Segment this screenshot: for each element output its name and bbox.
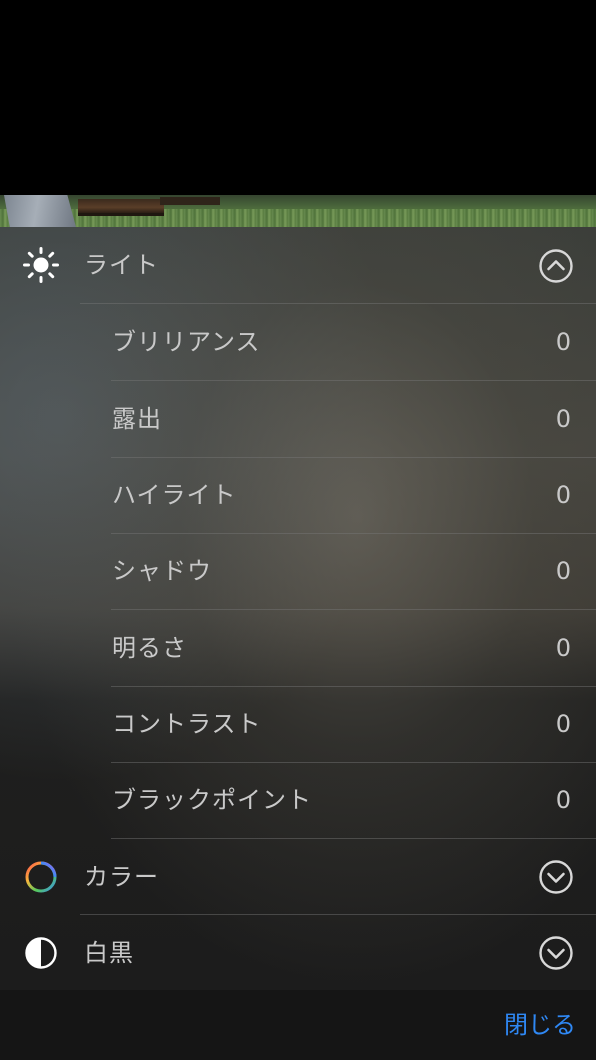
- section-title-bw: 白黒: [84, 939, 134, 967]
- adjustment-row-exposure[interactable]: 露出 0: [0, 381, 596, 457]
- sun-icon: [23, 247, 59, 283]
- chevron-down-icon[interactable]: [539, 860, 573, 894]
- adjustment-row-black-point[interactable]: ブラックポイント 0: [0, 762, 596, 838]
- adjustment-value: 0: [555, 405, 571, 433]
- photo-letterbox: [0, 0, 596, 195]
- adjustment-value: 0: [555, 328, 571, 356]
- chevron-down-icon[interactable]: [539, 936, 573, 970]
- adjustment-label: ブラックポイント: [112, 786, 312, 814]
- chevron-up-icon[interactable]: [539, 249, 573, 283]
- adjustment-row-brilliance[interactable]: ブリリアンス 0: [0, 304, 596, 380]
- close-button[interactable]: 閉じる: [504, 990, 576, 1060]
- adjustment-label: ブリリアンス: [112, 328, 261, 356]
- photo-preview: [0, 195, 596, 227]
- section-header-color[interactable]: カラー: [0, 839, 596, 915]
- adjustment-row-contrast[interactable]: コントラスト 0: [0, 686, 596, 762]
- adjustment-value: 0: [555, 710, 571, 738]
- section-title-light: ライト: [84, 251, 159, 279]
- adjustment-label: シャドウ: [112, 557, 212, 585]
- adjustment-row-shadows[interactable]: シャドウ 0: [0, 533, 596, 609]
- section-header-light[interactable]: ライト: [0, 227, 596, 303]
- adjustment-value: 0: [555, 786, 571, 814]
- adjustment-value: 0: [555, 481, 571, 509]
- adjustment-row-brightness[interactable]: 明るさ 0: [0, 610, 596, 686]
- adjustments-panel: ライト ブリリアンス 0 露出 0 ハイライト 0 シャドウ 0 明るさ 0 コ…: [0, 227, 596, 990]
- section-title-color: カラー: [84, 863, 159, 891]
- adjustment-label: 露出: [112, 405, 162, 433]
- adjustment-row-highlights[interactable]: ハイライト 0: [0, 457, 596, 533]
- adjustment-value: 0: [555, 634, 571, 662]
- adjustment-label: コントラスト: [112, 710, 262, 738]
- half-circle-icon: [25, 937, 57, 969]
- adjustment-value: 0: [555, 557, 571, 585]
- adjustment-label: ハイライト: [112, 481, 237, 509]
- toolbar-footer: 閉じる: [0, 990, 596, 1060]
- section-header-bw[interactable]: 白黒: [0, 915, 596, 991]
- adjustment-label: 明るさ: [112, 634, 187, 662]
- color-wheel-icon: [25, 861, 57, 893]
